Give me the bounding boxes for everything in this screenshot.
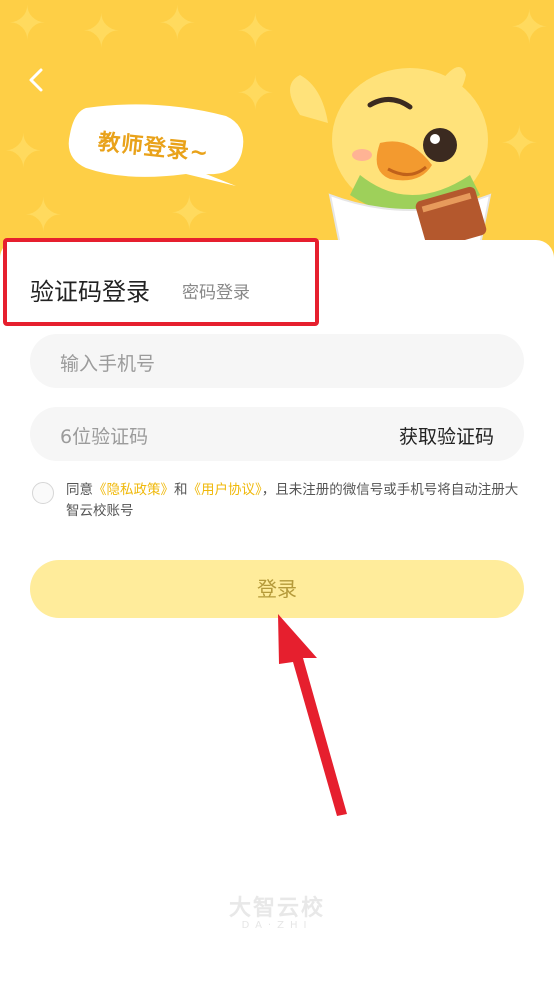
footer-logo: 大智云校 [228, 896, 325, 921]
phone-input[interactable]: 输入手机号 [30, 334, 524, 388]
tab-verification-code-login[interactable]: 验证码登录 [30, 272, 150, 307]
agreement-and: 和 [174, 482, 188, 498]
get-code-button[interactable]: 获取验证码 [399, 422, 494, 449]
tab-password-login[interactable]: 密码登录 [182, 278, 250, 303]
phone-placeholder: 输入手机号 [60, 353, 156, 375]
privacy-policy-link[interactable]: 《隐私政策》 [93, 482, 174, 498]
sparkle-decoration: ✦ [82, 4, 121, 58]
red-arrow-annotation [278, 614, 347, 816]
sparkle-decoration: ✦ [24, 188, 63, 242]
agreement-checkbox[interactable] [32, 482, 54, 504]
sparkle-decoration: ✦ [170, 186, 209, 240]
agreement-prefix: 同意 [66, 482, 93, 498]
sparkle-decoration: ✦ [236, 4, 275, 58]
user-agreement-link[interactable]: 《用户协议》 [188, 482, 262, 498]
sparkle-decoration: ✦ [8, 0, 47, 50]
agreement-text: 同意《隐私政策》和《用户协议》，且未注册的微信号或手机号将自动注册大智云校账号 [66, 480, 526, 522]
sparkle-decoration: ✦ [4, 124, 43, 178]
sparkle-decoration: ✦ [510, 0, 549, 54]
duck-mascot [290, 67, 492, 245]
code-placeholder: 6位验证码 [60, 426, 149, 448]
footer-logo-sub: DA·ZHI [241, 920, 313, 931]
sparkle-decoration: ✦ [158, 0, 197, 50]
back-chevron-icon[interactable] [22, 62, 52, 98]
code-input[interactable]: 6位验证码 获取验证码 [30, 407, 524, 461]
